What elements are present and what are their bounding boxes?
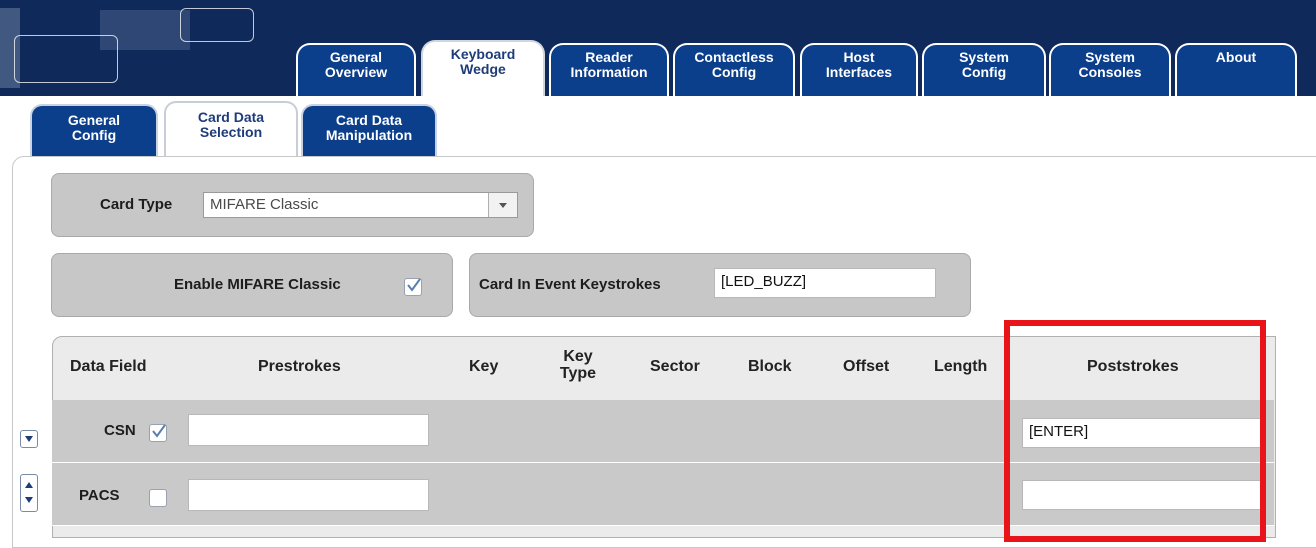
subtab-card-data-manipulation[interactable]: Card Data Manipulation xyxy=(301,104,437,156)
header-sector: Sector xyxy=(650,358,700,375)
header-data-field: Data Field xyxy=(70,358,147,375)
arrow-down-icon xyxy=(25,436,33,442)
header-length: Length xyxy=(934,358,988,375)
row-field-label: PACS xyxy=(79,487,120,504)
row-field-label: CSN xyxy=(104,422,136,439)
enable-checkbox[interactable] xyxy=(404,278,422,296)
row-csn-poststrokes-input[interactable]: [ENTER] xyxy=(1022,418,1262,448)
arrow-up-icon xyxy=(25,482,33,488)
enable-label: Enable MIFARE Classic xyxy=(174,276,341,293)
tab-reader-information[interactable]: Reader Information xyxy=(549,43,669,96)
header-prestrokes: Prestrokes xyxy=(258,358,341,375)
subtab-general-config[interactable]: General Config xyxy=(30,104,158,156)
tab-system-config[interactable]: System Config xyxy=(922,43,1046,96)
card-type-value: MIFARE Classic xyxy=(210,196,319,213)
tab-host-interfaces[interactable]: Host Interfaces xyxy=(800,43,918,96)
card-in-event-input[interactable]: [LED_BUZZ] xyxy=(714,268,936,298)
row-pacs-checkbox[interactable] xyxy=(149,489,167,507)
header-offset: Offset xyxy=(843,358,890,375)
card-type-label: Card Type xyxy=(100,196,173,213)
top-banner: General Overview Keyboard Wedge Reader I… xyxy=(0,0,1316,96)
tab-about[interactable]: About xyxy=(1175,43,1297,96)
header-key: Key xyxy=(469,358,499,375)
card-type-select[interactable]: MIFARE Classic xyxy=(203,192,518,218)
row-csn-prestrokes-input[interactable] xyxy=(188,414,429,446)
row-divider xyxy=(52,525,1274,526)
header-key-type: Key Type xyxy=(559,348,597,382)
row-csn-checkbox[interactable] xyxy=(149,424,167,442)
banner-logo-frame xyxy=(180,8,254,42)
banner-logo-frame xyxy=(14,35,118,83)
header-block: Block xyxy=(748,358,792,375)
row-pacs-prestrokes-input[interactable] xyxy=(188,479,429,511)
subtab-card-data-selection[interactable]: Card Data Selection xyxy=(164,101,298,156)
chevron-down-icon[interactable] xyxy=(488,193,517,217)
tab-keyboard-wedge[interactable]: Keyboard Wedge xyxy=(421,40,545,96)
header-poststrokes: Poststrokes xyxy=(1087,358,1179,375)
arrow-down-icon xyxy=(25,497,33,503)
move-down-button[interactable] xyxy=(20,430,38,448)
tab-contactless-config[interactable]: Contactless Config xyxy=(673,43,795,96)
tab-general-overview[interactable]: General Overview xyxy=(296,43,416,96)
card-in-event-label: Card In Event Keystrokes xyxy=(479,276,661,293)
tab-system-consoles[interactable]: System Consoles xyxy=(1049,43,1171,96)
checkmark-icon xyxy=(407,278,421,292)
checkmark-icon xyxy=(152,424,166,438)
row-pacs-poststrokes-input[interactable] xyxy=(1022,480,1262,510)
move-up-down-button[interactable] xyxy=(20,474,38,512)
